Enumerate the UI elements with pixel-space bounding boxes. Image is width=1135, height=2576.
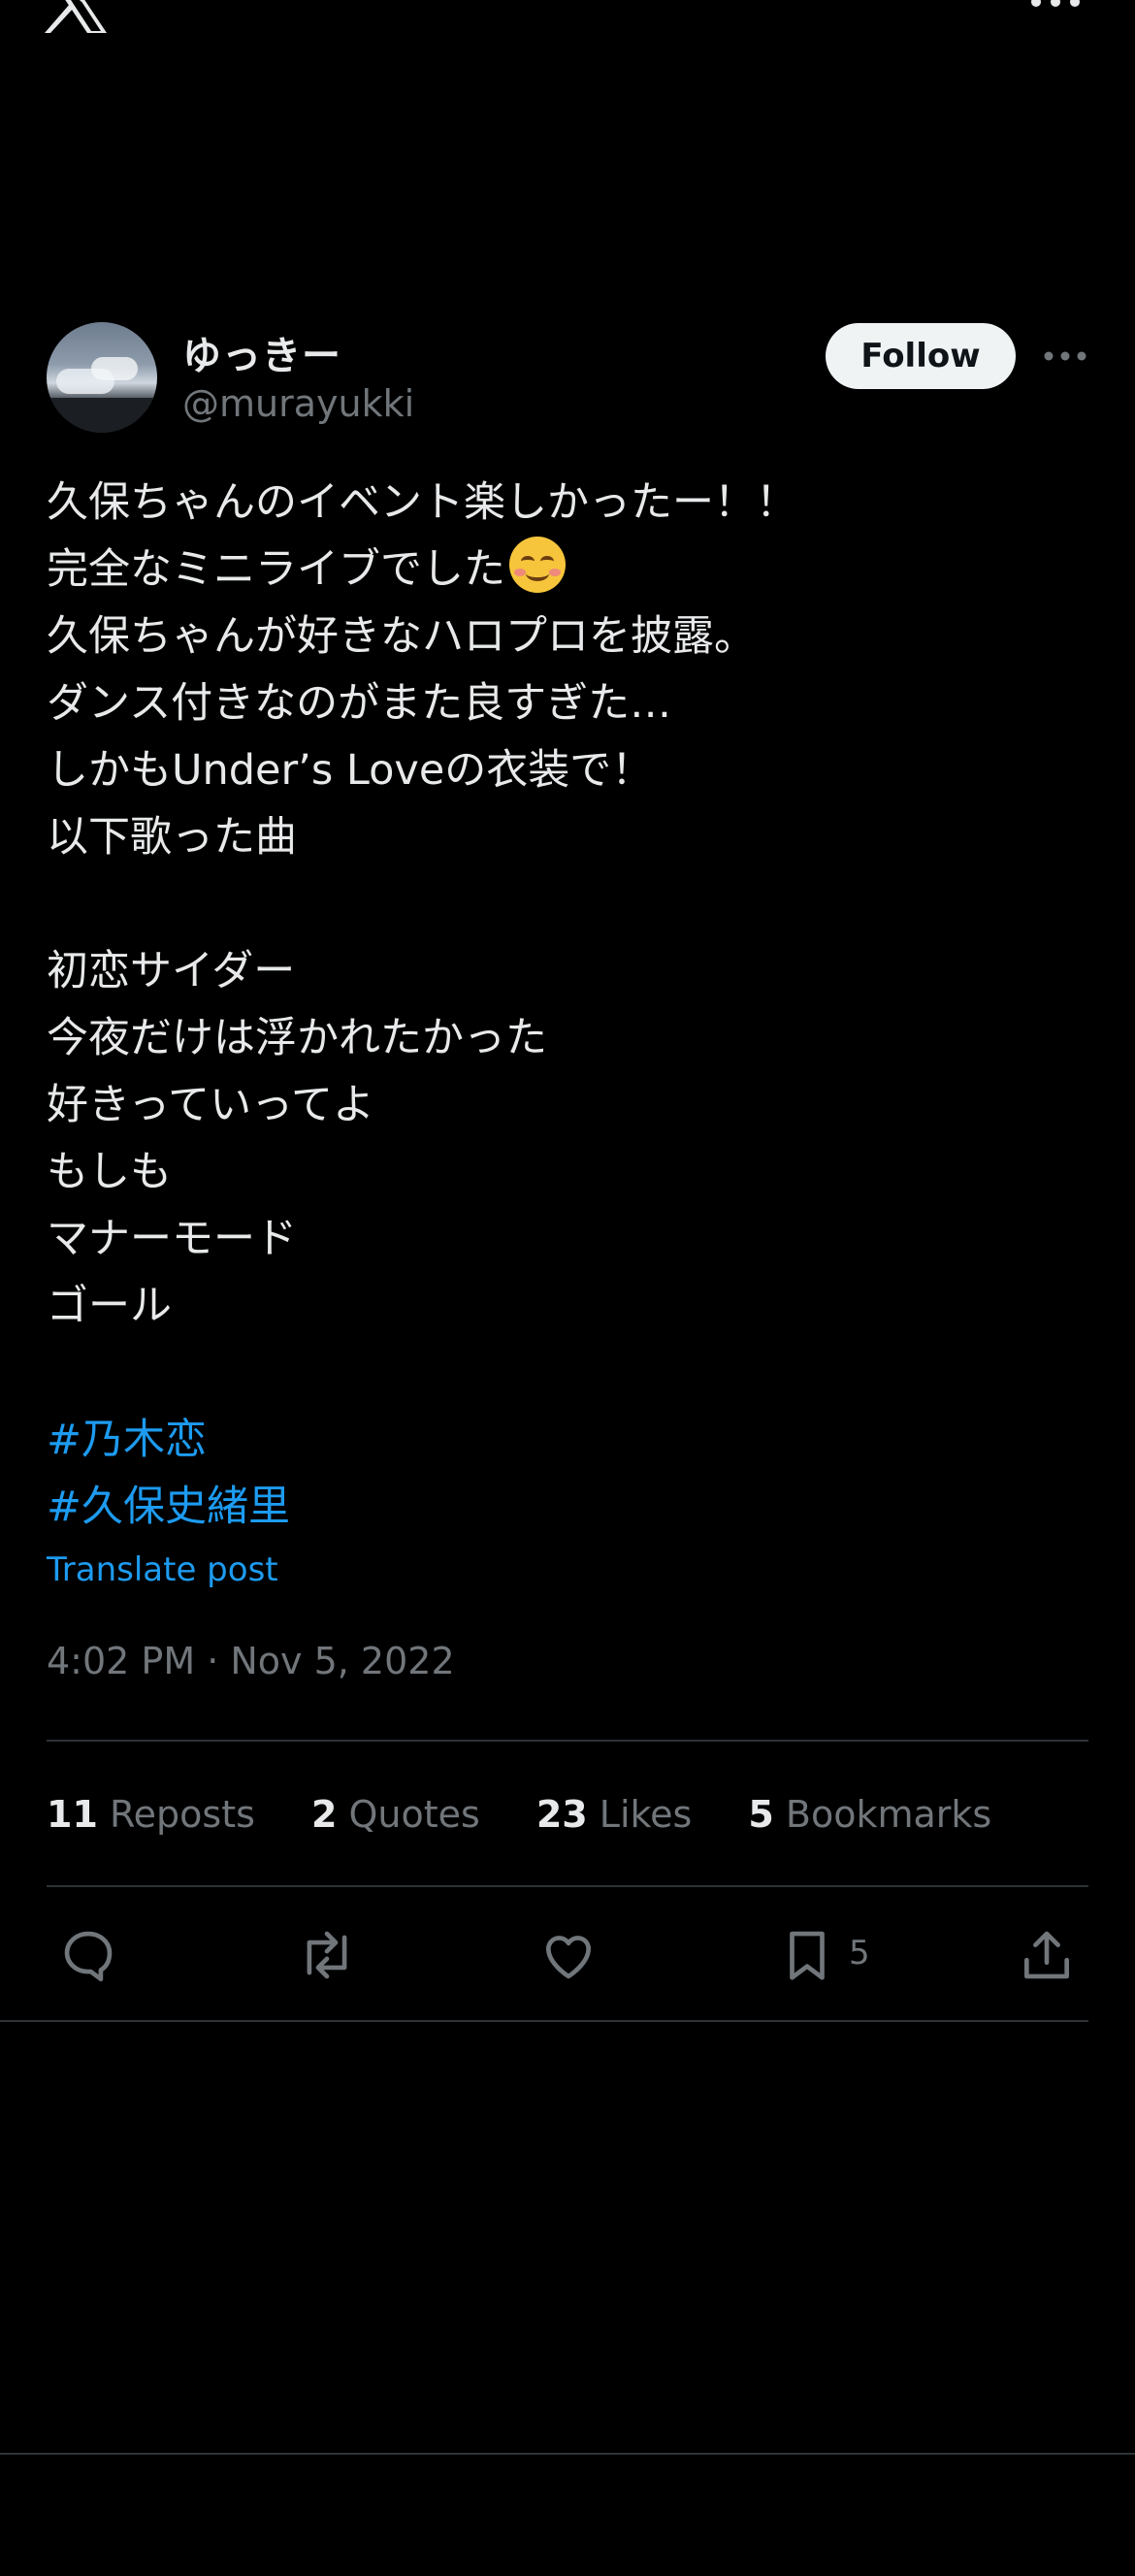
bookmark-count: 5 (849, 1934, 870, 1973)
share-icon[interactable] (1017, 1925, 1077, 1985)
likes-stat[interactable]: 23 Likes (536, 1793, 693, 1836)
reposts-stat[interactable]: 11 Reposts (47, 1793, 255, 1836)
song-line: 今夜だけは浮かれたかった (47, 1014, 547, 1062)
song-line: 好きっていってよ (47, 1081, 374, 1129)
post-text: 久保ちゃんのイベント楽しかったー！！ 完全なミニライブでした 久保ちゃんが好きな… (47, 470, 1085, 1541)
post-line: しかもUnder’s Loveの衣装で！ (47, 746, 654, 795)
post-line: ダンス付きなのがまた良すぎた… (47, 679, 672, 728)
post-line: 久保ちゃんが好きなハロプロを披露。 (47, 612, 756, 661)
divider (47, 1740, 1088, 1742)
reply-icon[interactable] (58, 1925, 118, 1985)
post-line: 完全なミニライブでした (47, 537, 1085, 603)
bookmarks-stat[interactable]: 5 Bookmarks (748, 1793, 991, 1836)
divider (0, 2020, 1088, 2022)
post-more-icon[interactable] (1043, 347, 1087, 365)
like-icon[interactable] (538, 1925, 599, 1985)
divider (0, 2453, 1135, 2455)
more-options-icon[interactable] (1028, 0, 1083, 16)
post-timestamp[interactable]: 4:02 PM · Nov 5, 2022 (47, 1640, 455, 1682)
divider (47, 1885, 1088, 1887)
hashtag-link[interactable]: #久保史緒里 (47, 1474, 1085, 1541)
post-stats: 11 Reposts 2 Quotes 23 Likes 5 Bookmarks (47, 1793, 1048, 1836)
song-line: 初恋サイダー (47, 947, 296, 995)
follow-button[interactable]: Follow (826, 323, 1016, 389)
bookmark-icon[interactable] (777, 1925, 837, 1985)
hashtag-link[interactable]: #乃木恋 (47, 1407, 1085, 1474)
smiling-face-emoji-icon (509, 537, 566, 593)
translate-post-link[interactable]: Translate post (47, 1550, 278, 1589)
author-handle[interactable]: @murayukki (182, 382, 414, 425)
avatar[interactable] (47, 322, 157, 433)
author-display-name[interactable]: ゆっきー (182, 324, 341, 380)
song-line: もしも (47, 1148, 172, 1196)
song-line: ゴール (47, 1282, 172, 1330)
song-line: マナーモード (47, 1215, 297, 1263)
repost-icon[interactable] (297, 1925, 357, 1985)
quotes-stat[interactable]: 2 Quotes (311, 1793, 480, 1836)
post-line: 久保ちゃんのイベント楽しかったー！！ (47, 478, 797, 527)
x-logo-icon[interactable] (43, 0, 113, 33)
post-line: 以下歌った曲 (47, 813, 297, 862)
